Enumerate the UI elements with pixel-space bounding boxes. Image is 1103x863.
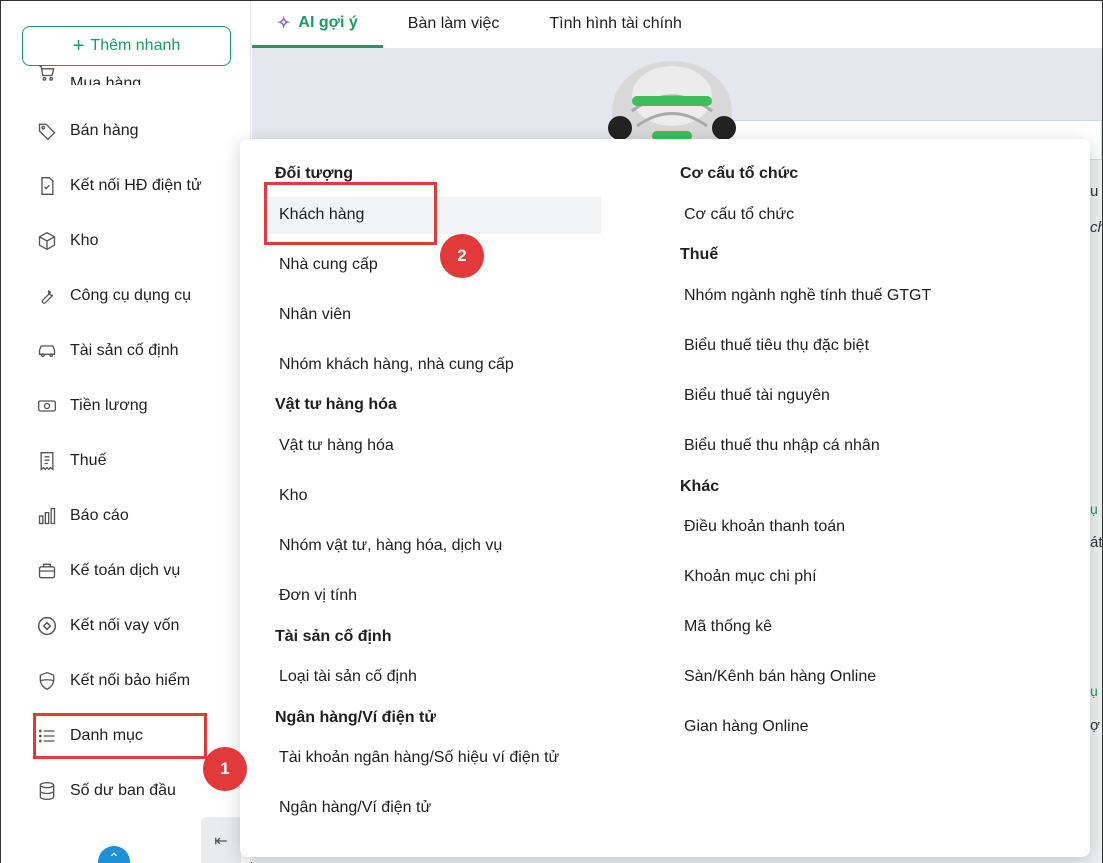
menu-link-gian-hang-online[interactable]: Gian hàng Online	[684, 718, 809, 736]
money-icon	[34, 394, 60, 418]
menu-link-kho[interactable]: Kho	[279, 487, 307, 505]
group-title-tai-san: Tài sản cố định	[275, 628, 392, 645]
menu-link-nhom-nganh-nghe[interactable]: Nhóm ngành nghề tính thuế GTGT	[684, 287, 931, 305]
scroll-up-button[interactable]: ⌃	[98, 846, 130, 863]
cart-icon	[34, 65, 60, 85]
database-icon	[34, 779, 60, 803]
sidebar-item-thue[interactable]: Thuế	[34, 449, 106, 473]
group-title-ngan-hang: Ngân hàng/Ví điện tử	[275, 709, 436, 726]
sidebar-item-label: Kết nối bảo hiểm	[70, 672, 191, 689]
tab-label: AI gợi ý	[298, 13, 358, 31]
menu-link-ma-thong-ke[interactable]: Mã thống kê	[684, 618, 772, 636]
sidebar-item-label: Kết nối HĐ điện tử	[70, 177, 202, 194]
shield-icon	[34, 669, 60, 693]
sidebar-item-label: Số dư ban đầu	[70, 782, 176, 799]
sidebar-item-ket-noi-hd[interactable]: Kết nối HĐ điện tử	[34, 174, 202, 198]
sidebar-item-label: Bán hàng	[70, 122, 139, 139]
wrench-icon	[34, 284, 60, 308]
menu-link-nhom-vat-tu[interactable]: Nhóm vật tư, hàng hóa, dịch vụ	[279, 537, 502, 555]
sidebar-item-kho[interactable]: Kho	[34, 229, 98, 253]
tag-icon	[34, 119, 60, 143]
sidebar-item-label: Công cụ dụng cụ	[70, 287, 191, 304]
menu-link-dieu-khoan-thanh-toan[interactable]: Điều khoản thanh toán	[684, 518, 845, 536]
invoice-check-icon	[34, 174, 60, 198]
sidebar-item-label: Tài sản cố định	[70, 342, 179, 359]
menu-link-bieu-thue-tncn[interactable]: Biểu thuế thu nhập cá nhân	[684, 437, 880, 455]
briefcase-icon	[34, 559, 60, 583]
sidebar-item-ket-noi-bao-hiem[interactable]: Kết nối bảo hiểm	[34, 669, 190, 693]
receipt-icon	[34, 449, 60, 473]
menu-link-co-cau-to-chuc[interactable]: Cơ cấu tổ chức	[684, 206, 794, 224]
sidebar-item-cong-cu[interactable]: Công cụ dụng cụ	[34, 284, 191, 308]
step-badge-2: 2	[440, 234, 484, 278]
chevron-up-icon: ⌃	[108, 850, 120, 863]
sidebar-item-bao-cao[interactable]: Báo cáo	[34, 504, 129, 528]
tab-label: Tình hình tài chính	[549, 15, 682, 32]
partial-text: ợ	[1090, 717, 1100, 734]
step-badge-1: 1	[203, 747, 247, 791]
collapse-sidebar-button[interactable]: ⇤	[201, 817, 241, 863]
sidebar-item-tien-luong[interactable]: Tiền lương	[34, 394, 148, 418]
group-title-vat-tu: Vật tư hàng hóa	[275, 396, 397, 413]
menu-link-nha-cung-cap[interactable]: Nhà cung cấp	[279, 256, 378, 274]
sidebar-item-label: Tiền lương	[70, 397, 148, 414]
menu-link-ngan-hang-vi[interactable]: Ngân hàng/Ví điện tử	[279, 799, 431, 817]
menu-link-tai-khoan-ngan-hang[interactable]: Tài khoản ngân hàng/Số hiệu ví điện tử	[279, 749, 559, 767]
sidebar-item-label: Mua hàng	[70, 75, 142, 85]
menu-link-don-vi-tinh[interactable]: Đơn vị tính	[279, 587, 357, 605]
tab-bar: ✧ AI gợi ý Bàn làm việc Tình hình tài ch…	[252, 1, 1102, 49]
partial-badge: ụ	[1090, 501, 1098, 517]
menu-link-nhan-vien[interactable]: Nhân viên	[279, 306, 351, 324]
box-icon	[34, 229, 60, 253]
sidebar-item-ket-noi-vay-von[interactable]: Kết nối vay vốn	[34, 614, 179, 638]
group-title-thue: Thuế	[680, 246, 719, 263]
sidebar-item-label: Báo cáo	[70, 507, 129, 524]
menu-link-bieu-thue-ttdb[interactable]: Biểu thuế tiêu thụ đặc biệt	[684, 337, 869, 355]
bar-chart-icon	[34, 504, 60, 528]
partial-text: u	[1090, 183, 1099, 200]
tab-ai-goi-y[interactable]: ✧ AI gợi ý	[252, 0, 383, 48]
menu-link-bieu-thue-tai-nguyen[interactable]: Biểu thuế tài nguyên	[684, 387, 830, 405]
menu-link-khoan-muc-chi-phi[interactable]: Khoản mục chi phí	[684, 568, 817, 586]
tab-ban-lam-viec[interactable]: Bàn làm việc	[383, 0, 525, 48]
plus-icon: +	[72, 35, 85, 57]
collapse-left-icon: ⇤	[214, 832, 228, 850]
menu-link-vat-tu-hang-hoa[interactable]: Vật tư hàng hóa	[279, 437, 394, 455]
partial-text: át	[1090, 534, 1103, 551]
tab-tinh-hinh-tai-chinh[interactable]: Tình hình tài chính	[524, 0, 707, 48]
sidebar-item-ke-toan-dich-vu[interactable]: Kế toán dịch vụ	[34, 559, 180, 583]
quick-add-button[interactable]: + Thêm nhanh	[22, 26, 231, 66]
sidebar-item-so-du-ban-dau[interactable]: Số dư ban đầu	[34, 779, 176, 803]
quick-add-label: Thêm nhanh	[90, 37, 181, 54]
group-title-khac: Khác	[680, 478, 720, 495]
sidebar-item-tai-san[interactable]: Tài sản cố định	[34, 339, 179, 363]
group-title-co-cau: Cơ cấu tổ chức	[680, 165, 799, 182]
highlight-box-danh-muc	[33, 713, 207, 759]
menu-link-nhom-khach-hang-ncc[interactable]: Nhóm khách hàng, nhà cung cấp	[279, 356, 514, 374]
partial-text: ch	[1090, 219, 1103, 236]
sidebar-item-label: Kho	[70, 232, 99, 249]
menu-link-loai-tai-san[interactable]: Loại tài sản cố định	[279, 668, 417, 686]
sidebar-item-label: Thuế	[70, 452, 107, 469]
sidebar-item-label: Kế toán dịch vụ	[70, 562, 181, 579]
highlight-box-khach-hang	[264, 182, 437, 245]
group-title-doi-tuong: Đối tượng	[275, 165, 354, 182]
partial-badge: ụ	[1090, 683, 1098, 699]
sidebar-item-mua-hang[interactable]: Mua hàng	[34, 65, 141, 85]
sparkle-icon: ✧	[277, 14, 291, 32]
menu-link-san-kenh-online[interactable]: Sàn/Kênh bán hàng Online	[684, 668, 876, 686]
car-icon	[34, 339, 60, 363]
loan-link-icon	[34, 614, 60, 638]
sidebar-item-ban-hang[interactable]: Bán hàng	[34, 119, 139, 143]
tab-label: Bàn làm việc	[407, 15, 500, 32]
sidebar-item-label: Kết nối vay vốn	[70, 617, 180, 634]
